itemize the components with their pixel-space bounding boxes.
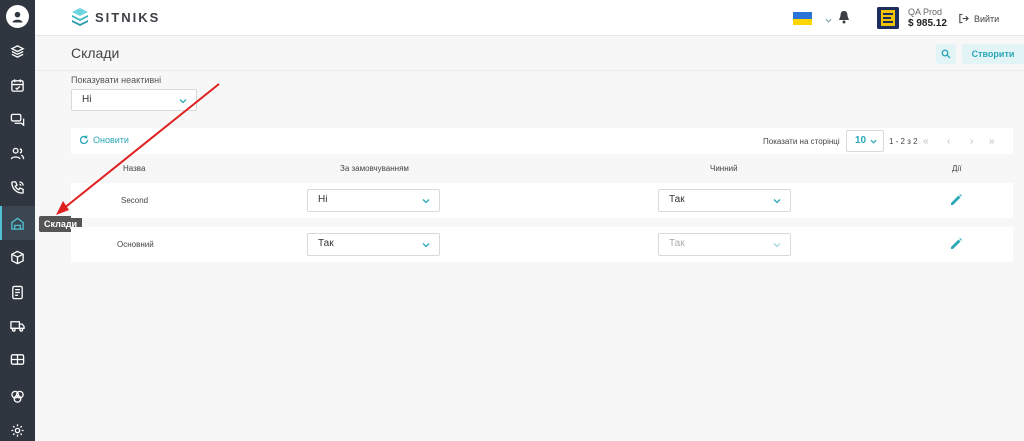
sidebar-item-calendar[interactable] bbox=[0, 68, 35, 102]
active-value: Так bbox=[669, 238, 685, 249]
per-page-label: Показати на сторінці bbox=[763, 137, 840, 146]
document-icon bbox=[12, 285, 23, 299]
logout-button[interactable]: Вийти bbox=[958, 13, 999, 24]
users-icon bbox=[10, 147, 25, 159]
column-header-actions: Дії bbox=[952, 164, 962, 173]
chevron-down-icon bbox=[773, 243, 781, 248]
show-inactive-select[interactable]: Ні bbox=[71, 89, 197, 111]
table-row: Основний Так Так bbox=[71, 227, 1013, 262]
brand-name: SITNIKS bbox=[95, 9, 161, 25]
chevron-down-icon bbox=[773, 199, 781, 204]
sidebar-item-users[interactable] bbox=[0, 136, 35, 170]
edit-button[interactable] bbox=[949, 193, 963, 212]
filter-label: Показувати неактивні bbox=[71, 75, 162, 85]
sidebar-item-settings[interactable] bbox=[0, 413, 35, 441]
search-icon bbox=[941, 49, 951, 59]
sidebar-item-delivery[interactable] bbox=[0, 308, 35, 342]
default-value: Так bbox=[318, 238, 334, 249]
account-avatar[interactable] bbox=[877, 7, 899, 29]
column-header-name: Назва bbox=[123, 164, 146, 173]
sidebar-item-calls[interactable] bbox=[0, 170, 35, 204]
table-row: Second Ні Так bbox=[71, 183, 1013, 218]
settings-icon bbox=[11, 423, 24, 437]
warehouse-icon bbox=[11, 217, 24, 230]
create-button[interactable]: Створити bbox=[962, 44, 1024, 64]
refresh-icon bbox=[79, 135, 89, 145]
per-page-value: 10 bbox=[855, 135, 867, 146]
last-page-icon[interactable]: » bbox=[989, 136, 995, 147]
chevron-down-icon bbox=[422, 243, 430, 248]
user-avatar-icon[interactable] bbox=[6, 5, 29, 28]
pencil-icon bbox=[951, 194, 962, 205]
layers-icon bbox=[10, 44, 25, 58]
sidebar-item-warehouses[interactable] bbox=[0, 206, 35, 240]
chat-icon bbox=[10, 113, 25, 126]
active-select: Так bbox=[658, 233, 791, 256]
top-bar: SITNIKS QA Prod $ 985.12 Вийти bbox=[35, 0, 1024, 36]
page-title: Склади bbox=[71, 45, 120, 61]
default-select[interactable]: Ні bbox=[307, 189, 440, 212]
sidebar-item-products[interactable] bbox=[0, 240, 35, 274]
warehouse-name: Second bbox=[121, 196, 149, 205]
sidebar-item-layers[interactable] bbox=[0, 34, 35, 68]
truck-icon bbox=[10, 320, 25, 332]
default-select[interactable]: Так bbox=[307, 233, 440, 256]
per-page-select[interactable]: 10 bbox=[846, 130, 884, 152]
divider bbox=[35, 70, 1024, 71]
chevron-down-icon bbox=[422, 199, 430, 204]
warehouse-name: Основний bbox=[117, 240, 154, 249]
show-inactive-value: Ні bbox=[82, 94, 92, 105]
column-header-active: Чинний bbox=[710, 164, 738, 173]
table-toolbar: Оновити Показати на сторінці 10 1 - 2 з … bbox=[71, 128, 1013, 154]
column-header-default: За замовчуванням bbox=[340, 164, 409, 173]
integrations-icon bbox=[11, 390, 24, 403]
sidebar-item-chat[interactable] bbox=[0, 102, 35, 136]
refresh-label: Оновити bbox=[93, 135, 129, 145]
phone-icon bbox=[11, 180, 24, 194]
bell-icon[interactable] bbox=[838, 10, 850, 29]
prev-page-icon[interactable]: ‹ bbox=[947, 136, 950, 147]
pencil-icon bbox=[951, 238, 962, 249]
wallet-icon bbox=[10, 353, 25, 365]
logout-label: Вийти bbox=[974, 13, 1000, 24]
language-flag-icon[interactable] bbox=[793, 12, 812, 25]
pagination-range: 1 - 2 з 2 bbox=[889, 137, 918, 146]
sidebar-item-finance[interactable] bbox=[0, 342, 35, 376]
logo-icon bbox=[72, 8, 88, 26]
account-name: QA Prod bbox=[908, 7, 943, 17]
sidebar-item-integrations[interactable] bbox=[0, 379, 35, 413]
search-button[interactable] bbox=[936, 44, 956, 64]
box-icon bbox=[11, 250, 24, 264]
sidebar bbox=[0, 0, 35, 441]
brand-logo[interactable]: SITNIKS bbox=[71, 7, 160, 27]
account-balance: $ 985.12 bbox=[908, 18, 947, 29]
annotation-arrow bbox=[56, 83, 220, 215]
chevron-down-icon bbox=[179, 99, 187, 104]
logout-icon bbox=[959, 13, 969, 24]
chevron-down-icon bbox=[870, 139, 877, 144]
calendar-icon bbox=[11, 78, 24, 92]
chevron-down-icon[interactable] bbox=[824, 12, 833, 30]
sidebar-item-documents[interactable] bbox=[0, 275, 35, 309]
edit-button[interactable] bbox=[949, 237, 963, 256]
refresh-button[interactable]: Оновити bbox=[79, 135, 129, 145]
active-value: Так bbox=[669, 194, 685, 205]
first-page-icon[interactable]: « bbox=[923, 136, 929, 147]
next-page-icon[interactable]: › bbox=[970, 136, 973, 147]
active-select[interactable]: Так bbox=[658, 189, 791, 212]
default-value: Ні bbox=[318, 194, 328, 205]
